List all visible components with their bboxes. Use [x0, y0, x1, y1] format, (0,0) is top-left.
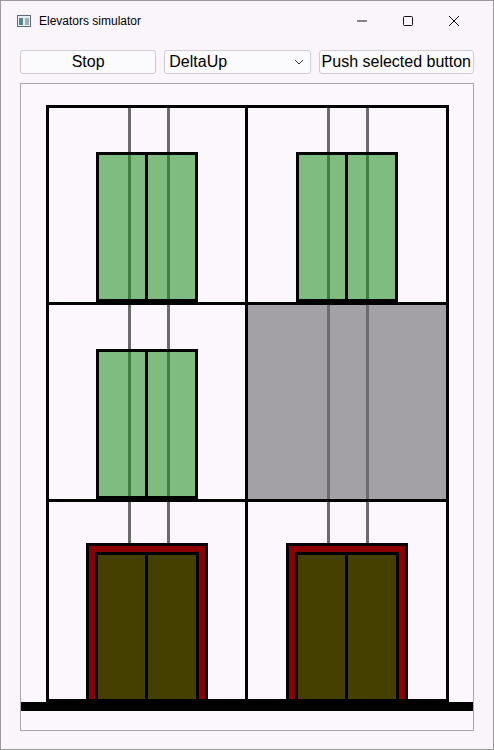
shaft-door: [296, 152, 398, 302]
elevator-car: [86, 543, 208, 699]
app-icon: [17, 14, 31, 28]
ground: [21, 702, 473, 711]
minimize-icon: [357, 16, 367, 26]
maximize-icon: [403, 16, 413, 26]
dropdown-value: DeltaUp: [169, 50, 293, 74]
title-bar: Elevators simulator: [1, 1, 493, 41]
floor-cell[interactable]: [49, 305, 248, 502]
window-title: Elevators simulator: [39, 12, 339, 30]
cable: [366, 305, 369, 499]
app-window: Elevators simulator Stop DeltaUp Push se…: [0, 0, 494, 750]
push-button[interactable]: Push selected button: [319, 50, 474, 74]
chevron-down-icon: [294, 59, 304, 65]
button-dropdown[interactable]: DeltaUp: [164, 50, 310, 74]
shaft-door: [96, 152, 198, 302]
floor-cell[interactable]: [248, 305, 447, 502]
minimize-button[interactable]: [339, 5, 385, 37]
floor-cell[interactable]: [248, 502, 447, 699]
elevator-car: [286, 543, 408, 699]
stop-button[interactable]: Stop: [20, 50, 156, 74]
floor-cell[interactable]: [248, 108, 447, 305]
close-button[interactable]: [431, 5, 477, 37]
cable: [327, 305, 330, 499]
building: [46, 105, 449, 702]
maximize-button[interactable]: [385, 5, 431, 37]
stop-label: Stop: [72, 50, 105, 74]
close-icon: [449, 16, 459, 26]
push-label: Push selected button: [322, 50, 471, 74]
floor-cell[interactable]: [49, 502, 248, 699]
toolbar: Stop DeltaUp Push selected button: [1, 41, 493, 83]
shaft-door: [96, 349, 198, 499]
floor-cell[interactable]: [49, 108, 248, 305]
simulation-canvas: [20, 83, 474, 731]
